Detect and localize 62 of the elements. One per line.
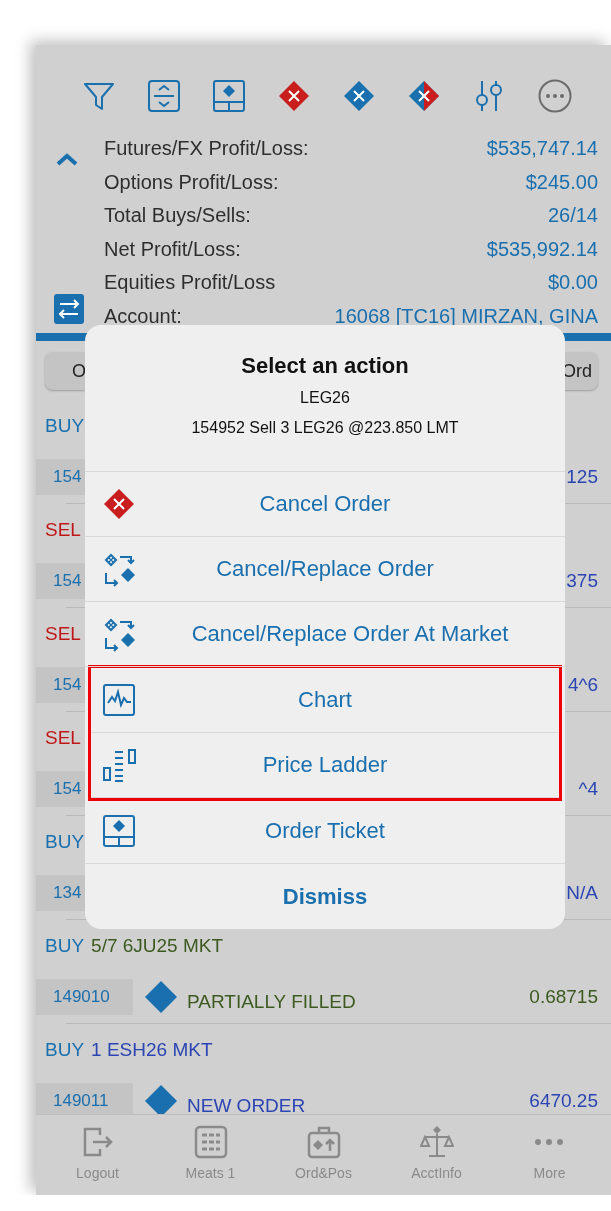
order-details: 154952 Sell 3 LEG26 @223.850 LMT	[191, 419, 459, 437]
summary-label: Net Profit/Loss:	[104, 237, 241, 261]
order-status: NEW ORDER	[187, 1095, 306, 1114]
action-option[interactable]: Cancel/Replace Order At Market	[85, 602, 565, 667]
summary-label: Options Profit/Loss:	[104, 170, 279, 194]
order-price: 4^6	[567, 674, 598, 697]
cancel-diamond-icon[interactable]	[277, 80, 310, 112]
expand-collapse-icon[interactable]	[147, 80, 180, 112]
dialog-title: Select an action	[241, 353, 409, 379]
briefcase-icon	[306, 1125, 341, 1159]
order-side: SEL	[45, 518, 81, 541]
order-ticket-icon[interactable]	[212, 80, 245, 112]
collapse-chevron-icon[interactable]	[56, 152, 78, 166]
order-price: 6470.25	[529, 1090, 598, 1113]
action-option[interactable]: Price Ladder	[91, 733, 559, 798]
order-ticket-icon	[103, 815, 136, 849]
summary-label: Account:	[104, 304, 182, 328]
cancel-diamond-icon	[103, 488, 136, 522]
summary-label: Futures/FX Profit/Loss:	[104, 137, 309, 161]
action-option[interactable]: Cancel Order	[85, 472, 565, 537]
summary-value: 26/14	[547, 204, 598, 228]
cancel-diamond-icon[interactable]	[408, 80, 441, 112]
order-id: 149011	[36, 1083, 133, 1114]
summary-label: Total Buys/Sells:	[104, 204, 251, 228]
summary-value: $245.00	[525, 170, 598, 194]
order-side: BUY	[45, 830, 85, 853]
replace-icon	[103, 618, 136, 652]
order-id: 149010	[36, 979, 133, 1016]
order-side: BUY	[45, 414, 85, 437]
order-summary: 1 ESH26 MKT	[91, 1038, 213, 1061]
order-price: 125	[566, 466, 598, 489]
switch-account-icon[interactable]	[54, 294, 84, 324]
summary-value: $535,992.14	[486, 237, 598, 261]
order-diamond-icon	[145, 981, 177, 1014]
order-status: PARTIALLY FILLED	[187, 991, 356, 1014]
order-side: BUY	[45, 934, 85, 957]
summary-value: $535,747.14	[486, 137, 598, 161]
action-option[interactable]: Chart	[91, 668, 559, 733]
summary-value: 16068 [TC16] MIRZAN, GINA	[334, 304, 598, 328]
action-option[interactable]: Cancel/Replace Order	[85, 537, 565, 602]
summary-label: Equities Profit/Loss	[104, 271, 276, 295]
order-price: 375	[566, 570, 598, 593]
filter-icon[interactable]	[82, 80, 115, 112]
action-option[interactable]: Order Ticket	[85, 799, 565, 864]
order-price: ^4	[578, 778, 598, 801]
cancel-diamond-icon[interactable]	[343, 80, 376, 112]
dialog-symbol: LEG26	[300, 389, 350, 407]
order-summary: 5/7 6JU25 MKT	[91, 934, 224, 957]
segment-tab[interactable]: O	[45, 352, 85, 390]
scale-icon	[419, 1125, 454, 1159]
more-icon	[534, 1138, 565, 1146]
price-ladder-icon	[103, 749, 136, 783]
chart-icon	[103, 684, 136, 718]
order-side: SEL	[45, 622, 81, 645]
list-icon	[193, 1125, 228, 1159]
summary-value: $0.00	[547, 271, 598, 295]
replace-icon	[103, 553, 136, 587]
order-side: SEL	[45, 726, 81, 749]
order-side: BUY	[45, 1038, 85, 1061]
more-options-icon[interactable]	[538, 79, 573, 113]
order-price: N/A	[566, 882, 598, 905]
order-price: 0.68715	[529, 986, 598, 1009]
